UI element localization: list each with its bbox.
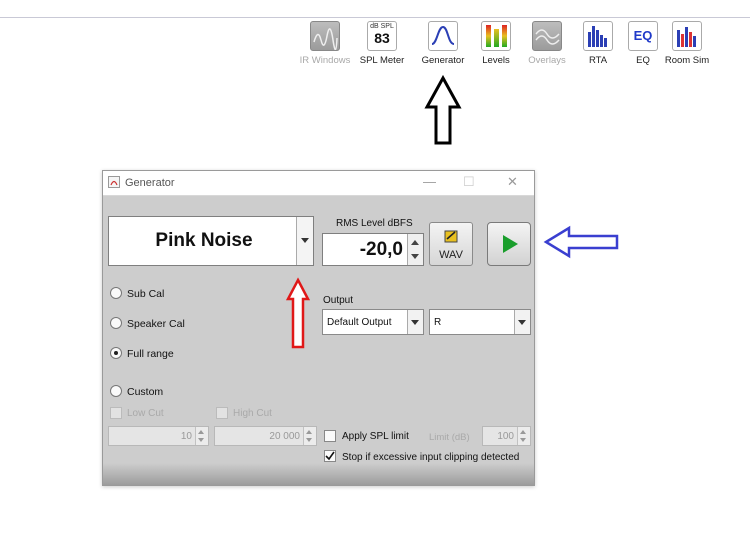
apply-spl-limit-label: Apply SPL limit <box>342 431 409 442</box>
stop-clipping-label: Stop if excessive input clipping detecte… <box>342 452 520 463</box>
toolbar-label: SPL Meter <box>359 55 405 66</box>
red-up-arrow-annotation <box>285 277 311 349</box>
toolbar-ir-windows[interactable]: IR Windows <box>295 21 355 66</box>
room-sim-icon <box>672 21 702 51</box>
toolbar-generator[interactable]: Generator <box>413 21 473 66</box>
rms-spin-buttons[interactable] <box>407 234 423 265</box>
limit-db-value: 100 <box>497 431 514 442</box>
eq-icon: EQ <box>628 21 658 51</box>
black-up-arrow-annotation <box>424 75 462 145</box>
low-cut-value: 10 <box>180 431 192 442</box>
full-range-label: Full range <box>127 348 174 360</box>
blue-left-arrow-annotation <box>543 225 619 259</box>
low-cut-spin[interactable] <box>195 427 208 445</box>
eq-badge: EQ <box>633 28 653 43</box>
overlays-icon <box>532 21 562 51</box>
stop-clipping-checkbox[interactable] <box>324 450 336 462</box>
rms-level-value: -20,0 <box>359 239 403 260</box>
high-cut-checkbox[interactable] <box>216 407 228 419</box>
chevron-down-icon <box>301 238 309 243</box>
sine-wave-icon <box>428 21 458 51</box>
spl-meter-icon: dB SPL 83 <box>367 21 397 51</box>
low-cut-label: Low Cut <box>127 408 164 419</box>
limit-db-label: Limit (dB) <box>429 432 470 443</box>
toolbar-spl-meter[interactable]: dB SPL 83 SPL Meter <box>352 21 412 66</box>
output-device-value: Default Output <box>327 317 392 328</box>
window-titlebar[interactable]: Generator — ☐ ✕ <box>103 171 534 196</box>
toolbar-label: Generator <box>421 55 465 66</box>
low-cut-field[interactable]: 10 <box>108 426 209 446</box>
levels-meter-icon <box>481 21 511 51</box>
play-button[interactable] <box>487 222 531 266</box>
radio-full-range[interactable] <box>110 347 122 359</box>
radio-custom[interactable] <box>110 385 122 397</box>
wav-file-icon <box>444 230 458 243</box>
output-label: Output <box>323 295 354 306</box>
rms-level-spinner[interactable]: -20,0 <box>322 233 424 266</box>
limit-db-spin[interactable] <box>517 427 530 445</box>
high-cut-label: High Cut <box>233 408 272 419</box>
output-channel-dropdown[interactable] <box>514 310 530 334</box>
chevron-down-icon <box>411 320 419 325</box>
ir-windows-icon <box>310 21 340 51</box>
output-channel-value: R <box>434 317 442 328</box>
toolbar-room-sim[interactable]: Room Sim <box>657 21 717 66</box>
close-button[interactable]: ✕ <box>507 174 518 190</box>
sub-cal-label: Sub Cal <box>127 288 165 300</box>
output-device-dropdown[interactable] <box>407 310 423 334</box>
radio-sub-cal[interactable] <box>110 287 122 299</box>
generator-window: Generator — ☐ ✕ Pink Noise RMS Level dBF… <box>102 170 535 486</box>
limit-db-field[interactable]: 100 <box>482 426 531 446</box>
high-cut-spin[interactable] <box>303 427 316 445</box>
high-cut-value: 20 000 <box>269 431 300 442</box>
minimize-button[interactable]: — <box>423 174 436 189</box>
speaker-cal-label: Speaker Cal <box>127 318 185 330</box>
toolbar-label: IR Windows <box>299 55 351 66</box>
rta-bars-icon <box>583 21 613 51</box>
window-bottom-bar <box>103 463 534 485</box>
apply-spl-limit-checkbox[interactable] <box>324 430 336 442</box>
top-divider <box>0 17 750 18</box>
output-channel-select[interactable]: R <box>429 309 531 335</box>
spin-down-icon[interactable] <box>411 254 419 259</box>
radio-speaker-cal[interactable] <box>110 317 122 329</box>
rms-level-label: RMS Level dBFS <box>336 218 413 229</box>
chevron-down-icon <box>518 320 526 325</box>
maximize-button[interactable]: ☐ <box>463 174 475 190</box>
custom-label: Custom <box>127 386 164 398</box>
window-title: Generator <box>125 177 175 189</box>
toolbar-label: Room Sim <box>664 55 710 66</box>
checkmark-icon <box>325 451 335 461</box>
play-icon <box>503 235 518 253</box>
wav-button[interactable]: WAV <box>429 222 473 266</box>
spin-up-icon[interactable] <box>411 240 419 245</box>
wav-label: WAV <box>439 249 463 261</box>
java-app-icon <box>108 176 120 188</box>
high-cut-field[interactable]: 20 000 <box>214 426 317 446</box>
signal-type-select[interactable]: Pink Noise <box>108 216 314 266</box>
signal-dropdown-button[interactable] <box>296 217 313 265</box>
spl-value: 83 <box>374 30 390 46</box>
output-device-select[interactable]: Default Output <box>322 309 424 335</box>
low-cut-checkbox[interactable] <box>110 407 122 419</box>
signal-type-value: Pink Noise <box>155 230 253 251</box>
